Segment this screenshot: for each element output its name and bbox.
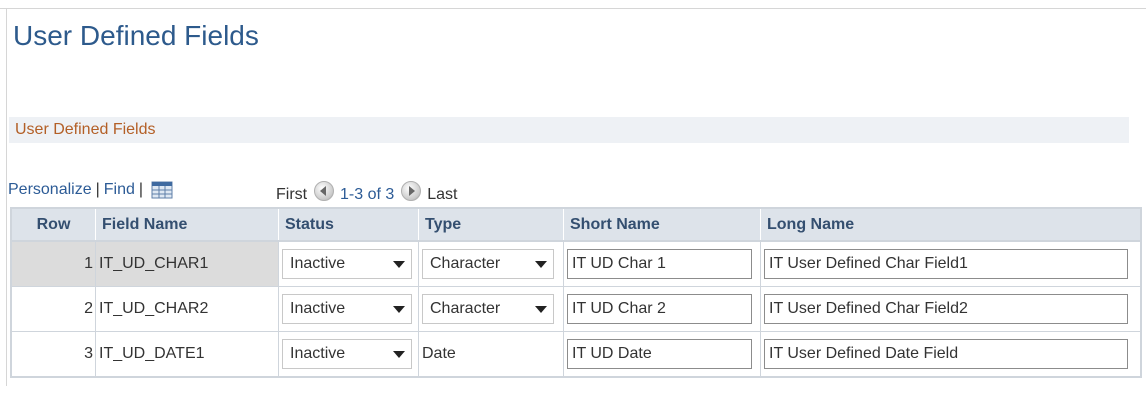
chevron-down-icon [535,306,547,313]
long-name-input[interactable] [764,339,1128,369]
short-name-cell [563,240,761,287]
long-name-input[interactable] [764,294,1128,324]
long-name-cell [760,240,1142,287]
field-name-cell: IT_UD_CHAR1 [95,240,279,287]
table-row: 1 IT_UD_CHAR1 Inactive Character [10,240,1142,287]
type-cell: Character [418,240,564,287]
long-name-input[interactable] [764,249,1128,279]
header-row: Row Field Name Status Type Short Name Lo… [10,207,1142,242]
col-header-row: Row [10,207,96,242]
status-select-value: Inactive [290,255,346,272]
field-name-cell: IT_UD_DATE1 [95,331,279,378]
find-link[interactable]: Find [104,181,135,198]
chevron-down-icon [393,351,405,358]
toolbar-separator-2: | [138,181,144,198]
first-label: First [276,186,308,203]
page-title: User Defined Fields [13,20,259,51]
status-select-value: Inactive [290,300,346,317]
chevron-down-icon [393,306,405,313]
short-name-cell [563,331,761,378]
page-frame: User Defined Fields User Defined Fields … [0,0,1146,396]
previous-arrow-icon[interactable] [313,181,334,201]
status-select-value: Inactive [290,345,346,362]
col-header-status: Status [278,207,419,242]
long-name-cell [760,331,1142,378]
status-select[interactable]: Inactive [282,249,412,279]
row-number: 2 [10,286,96,332]
personalize-link[interactable]: Personalize [8,181,92,198]
long-name-cell [760,286,1142,332]
table-row: 2 IT_UD_CHAR2 Inactive Character [10,286,1142,332]
type-select[interactable]: Character [422,294,554,324]
grid-toolbar: Personalize | Find | [8,181,173,203]
type-select-value: Character [430,300,501,317]
table-row: 3 IT_UD_DATE1 Inactive Date [10,331,1142,378]
chevron-down-icon [535,261,547,268]
status-cell: Inactive [278,240,419,287]
view-all-grid-icon[interactable] [151,181,173,199]
short-name-cell [563,286,761,332]
last-label: Last [427,186,458,203]
toolbar-separator: | [95,181,100,198]
status-select[interactable]: Inactive [282,294,412,324]
field-name-cell: IT_UD_CHAR2 [95,286,279,332]
left-border [6,8,7,386]
next-arrow-icon[interactable] [400,181,421,201]
user-defined-fields-grid: Row Field Name Status Type Short Name Lo… [10,207,1142,378]
page-count: 1-3 of 3 [340,186,395,203]
status-select[interactable]: Inactive [282,339,412,369]
chevron-down-icon [393,261,405,268]
type-select-value: Character [430,255,501,272]
type-cell: Date [418,331,564,378]
row-number: 1 [10,240,96,287]
short-name-input[interactable] [567,294,752,324]
col-header-field-name: Field Name [95,207,279,242]
status-cell: Inactive [278,331,419,378]
short-name-input[interactable] [567,339,752,369]
section-header: User Defined Fields [9,117,1129,143]
row-number: 3 [10,331,96,378]
type-select[interactable]: Character [422,249,554,279]
top-border [0,8,1146,9]
status-cell: Inactive [278,286,419,332]
type-cell: Character [418,286,564,332]
col-header-type: Type [418,207,564,242]
pagination: First 1-3 of 3 Last [276,181,457,204]
section-title: User Defined Fields [15,121,156,138]
short-name-input[interactable] [567,249,752,279]
col-header-long-name: Long Name [760,207,1142,242]
col-header-short-name: Short Name [563,207,761,242]
